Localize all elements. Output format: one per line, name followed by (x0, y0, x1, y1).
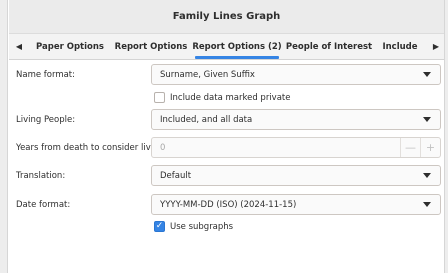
date-format-value: YYYY-MM-DD (ISO) (2024-11-15) (160, 199, 297, 210)
years-from-death-spinner[interactable]: 0 — + (151, 137, 441, 158)
include-private-label: Include data marked private (170, 92, 291, 103)
include-private-checkbox[interactable] (154, 92, 165, 103)
window-right-edge (444, 0, 448, 273)
use-subgraphs-label: Use subgraphs (170, 221, 234, 232)
window-titlebar: Family Lines Graph (9, 0, 444, 34)
chevron-down-icon (423, 202, 431, 207)
include-private-checkbox-row[interactable]: Include data marked private (154, 92, 290, 103)
increment-icon[interactable]: + (420, 138, 440, 157)
name-format-dropdown[interactable]: Surname, Given Suffix (151, 64, 441, 85)
translation-label: Translation: (16, 171, 66, 181)
chevron-down-icon (423, 72, 431, 77)
tab-people-of-interest[interactable]: People of Interest (285, 34, 373, 59)
translation-dropdown[interactable]: Default (151, 165, 441, 186)
chevron-down-icon (423, 117, 431, 122)
use-subgraphs-checkbox[interactable]: ✓ (154, 221, 165, 232)
translation-value: Default (160, 170, 192, 181)
tab-include[interactable]: Include (375, 34, 425, 59)
tab-report-options[interactable]: Report Options (113, 34, 189, 59)
years-from-death-label: Years from death to consider living: (16, 143, 167, 153)
tab-report-options-2[interactable]: Report Options (2) (191, 34, 283, 59)
use-subgraphs-checkbox-row[interactable]: ✓ Use subgraphs (154, 221, 233, 232)
years-from-death-value[interactable]: 0 (160, 143, 165, 153)
living-people-dropdown[interactable]: Included, and all data (151, 109, 441, 130)
report-options-2-panel: Name format: Surname, Given Suffix Inclu… (9, 61, 444, 273)
tab-scroll-right-icon[interactable]: ▶ (428, 34, 444, 59)
window-left-edge (0, 0, 8, 273)
tab-paper-options[interactable]: Paper Options (29, 34, 111, 59)
name-format-value: Surname, Given Suffix (160, 69, 255, 80)
tab-bar: ◀ Paper Options Report Options Report Op… (9, 34, 444, 60)
date-format-label: Date format: (16, 200, 71, 210)
date-format-dropdown[interactable]: YYYY-MM-DD (ISO) (2024-11-15) (151, 194, 441, 215)
living-people-label: Living People: (16, 115, 76, 125)
tab-scroll-left-icon[interactable]: ◀ (11, 34, 27, 59)
name-format-label: Name format: (16, 70, 76, 80)
living-people-value: Included, and all data (160, 114, 253, 125)
window-title: Family Lines Graph (172, 11, 281, 22)
decrement-icon[interactable]: — (400, 138, 420, 157)
chevron-down-icon (423, 173, 431, 178)
